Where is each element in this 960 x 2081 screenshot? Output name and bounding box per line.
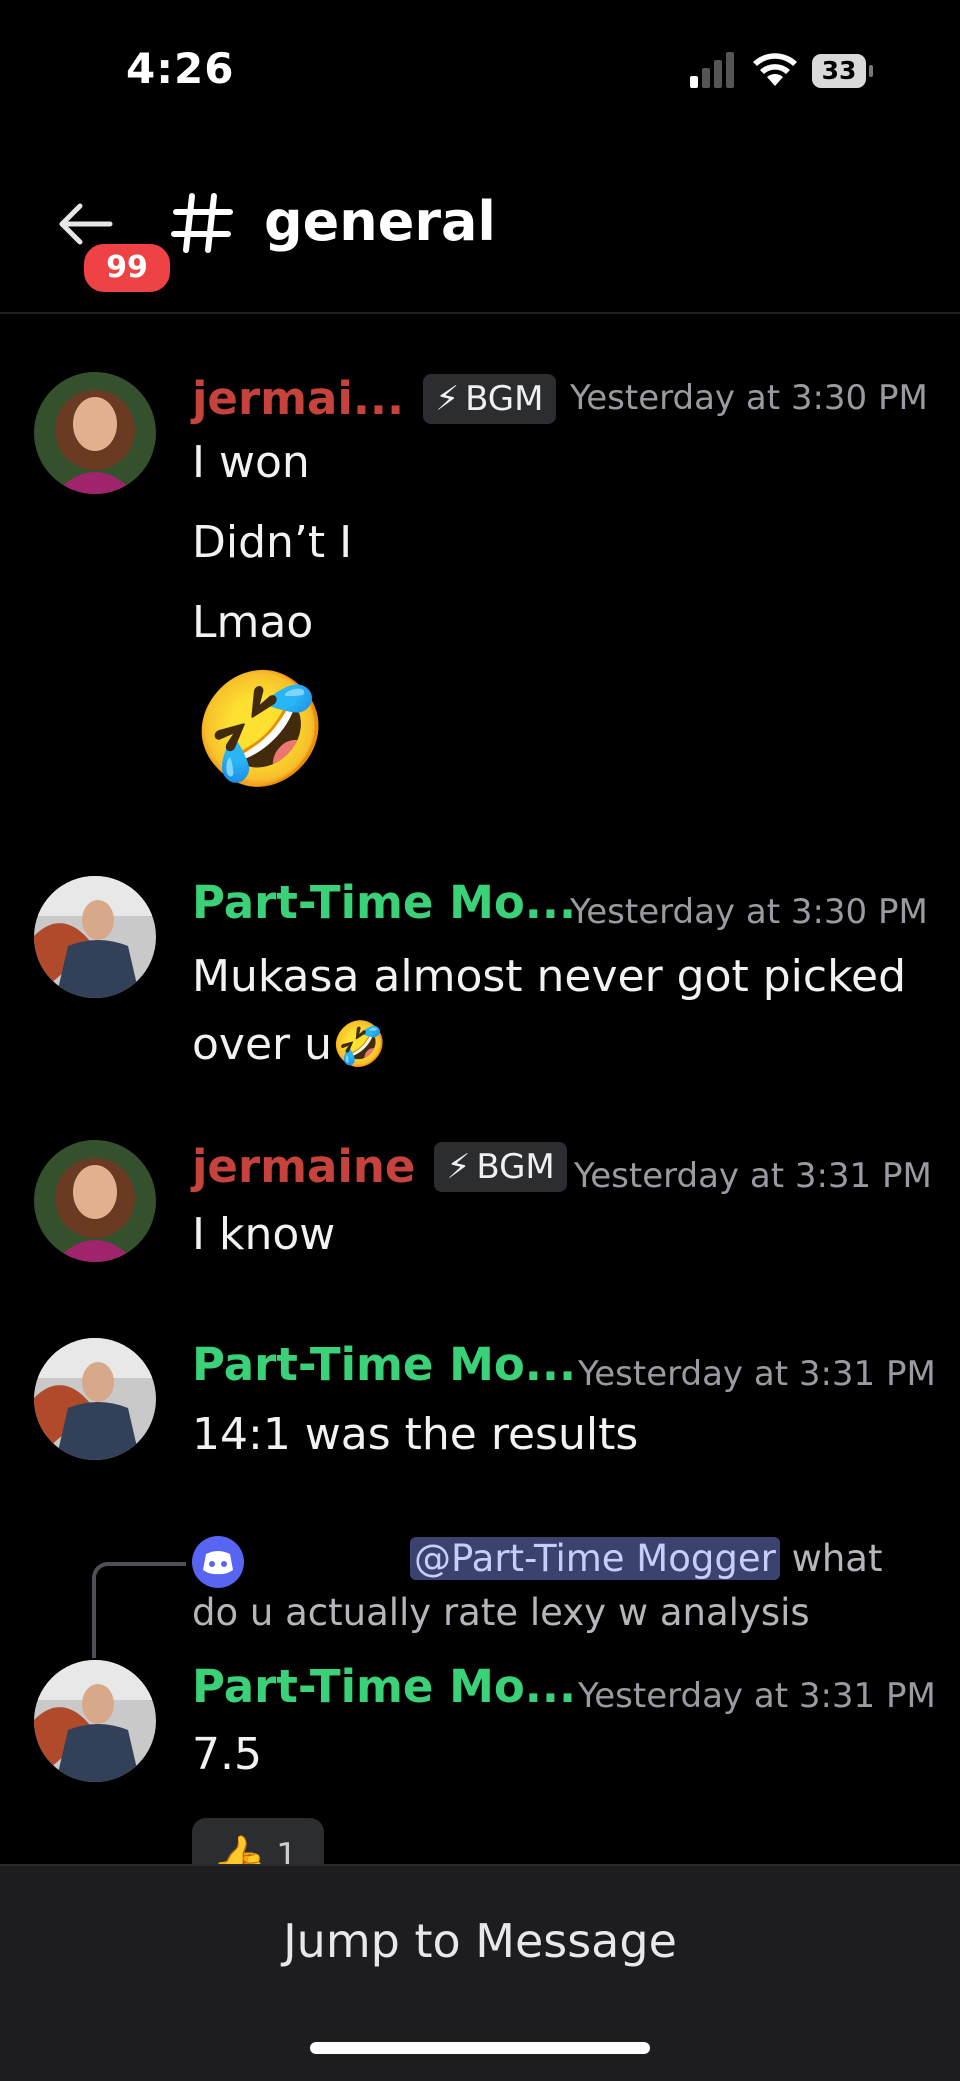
battery-icon: 33 <box>812 54 874 88</box>
message-meta: jermai... ⚡ BGM <box>192 372 556 436</box>
username[interactable]: Part-Time Mo... <box>192 1338 576 1391</box>
battery-level: 33 <box>812 54 866 88</box>
channel-header: 99 general <box>0 140 960 312</box>
role-tag: ⚡ BGM <box>434 1141 567 1192</box>
role-tag: ⚡ BGM <box>423 373 556 424</box>
laughing-emoji[interactable]: 🤣 <box>192 664 329 794</box>
avatar[interactable] <box>34 1140 156 1262</box>
lightning-icon: ⚡ <box>446 1146 471 1187</box>
message-text[interactable]: I know <box>192 1202 335 1268</box>
status-bar: 4:26 33 <box>0 0 960 140</box>
wifi-icon <box>753 53 797 86</box>
message-text[interactable]: Mukasa almost never got picked <box>192 944 906 1010</box>
cellular-signal-icon <box>690 52 734 88</box>
timestamp: Yesterday at 3:30 PM <box>570 378 928 418</box>
timestamp: Yesterday at 3:31 PM <box>578 1676 936 1716</box>
message-meta: Part-Time Mo... <box>192 876 576 940</box>
jump-bar: Jump to Message <box>0 1864 960 2081</box>
message-text[interactable]: Lmao <box>192 590 313 656</box>
mention[interactable]: @Part-Time Mogger <box>410 1537 780 1580</box>
timestamp: Yesterday at 3:31 PM <box>574 1156 932 1196</box>
avatar[interactable] <box>34 1338 156 1460</box>
lightning-icon: ⚡ <box>435 378 460 419</box>
channel-name[interactable]: general <box>264 190 496 253</box>
unread-badge: 99 <box>80 240 174 296</box>
timestamp: Yesterday at 3:31 PM <box>578 1354 936 1394</box>
message-text[interactable]: 14:1 was the results <box>192 1402 638 1468</box>
message-meta: Part-Time Mo... <box>192 1338 576 1402</box>
message-text[interactable]: Didn’t I <box>192 510 352 576</box>
message-text[interactable]: I won <box>192 430 310 496</box>
username[interactable]: jermaine <box>192 1140 415 1193</box>
message-text[interactable]: over u🤣 <box>192 1012 387 1078</box>
avatar[interactable] <box>34 1660 156 1782</box>
header-divider <box>0 312 960 314</box>
message-meta: Part-Time Mo... <box>192 1660 576 1724</box>
message-meta: jermaine ⚡ BGM <box>192 1140 567 1204</box>
status-time: 4:26 <box>126 44 235 93</box>
username[interactable]: Part-Time Mo... <box>192 1660 576 1713</box>
channel-hash-icon <box>171 193 233 253</box>
avatar[interactable] <box>34 876 156 998</box>
reply-preview[interactable]: @Part-Time Mogger what do u actually rat… <box>192 1532 912 1640</box>
username[interactable]: Part-Time Mo... <box>192 876 576 929</box>
jump-to-message-button[interactable]: Jump to Message <box>0 1866 960 2016</box>
home-indicator[interactable] <box>310 2042 650 2054</box>
timestamp: Yesterday at 3:30 PM <box>570 892 928 932</box>
username[interactable]: jermai... <box>192 372 404 425</box>
reply-connector <box>92 1562 186 1658</box>
avatar[interactable] <box>34 372 156 494</box>
message-text[interactable]: 7.5 <box>192 1722 262 1788</box>
